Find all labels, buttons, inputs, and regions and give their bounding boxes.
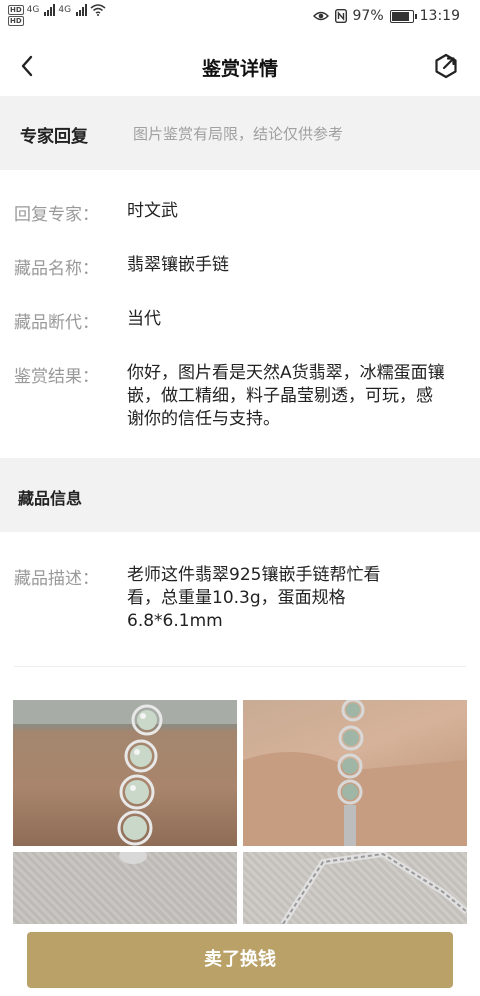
signal-icon-2 bbox=[76, 4, 88, 16]
eye-icon bbox=[312, 11, 329, 21]
expert-value: 时文武 bbox=[127, 201, 178, 221]
expert-label: 回复专家： bbox=[14, 205, 99, 225]
share-icon[interactable] bbox=[432, 52, 460, 80]
status-bar: HD 4G 4G HD 97% 13:19 bbox=[0, 0, 480, 36]
nfc-icon bbox=[334, 9, 347, 23]
network-type: 4G bbox=[26, 5, 40, 15]
battery-icon bbox=[389, 9, 417, 23]
collection-info-title: 藏品信息 bbox=[18, 489, 83, 508]
network-type-2: 4G bbox=[58, 5, 72, 15]
wifi-icon bbox=[90, 4, 106, 16]
result-value: 你好，图片看是天然A货翡翠，冰糯蛋面镶嵌，做工精细，料子晶莹剔透，可玩，感谢你的… bbox=[127, 363, 445, 429]
signal-indicators: HD 4G 4G HD bbox=[8, 4, 106, 26]
item-photo-3[interactable] bbox=[13, 852, 237, 924]
expert-reply-bar: 专家回复 图片鉴赏有局限，结论仅供参考 bbox=[0, 96, 480, 170]
item-photo-1[interactable] bbox=[13, 700, 237, 846]
era-label: 藏品断代： bbox=[14, 313, 99, 333]
era-value: 当代 bbox=[127, 309, 161, 329]
signal-icon bbox=[44, 4, 56, 16]
hd-badge: HD bbox=[8, 5, 24, 15]
item-photo-4[interactable] bbox=[243, 852, 467, 924]
collection-info-bar: 藏品信息 bbox=[0, 458, 480, 532]
hd-badge-2: HD bbox=[8, 16, 24, 26]
nav-header: 鉴赏详情 bbox=[0, 36, 480, 96]
item-name-value: 翡翠镶嵌手链 bbox=[127, 255, 229, 275]
disclaimer-note: 图片鉴赏有局限，结论仅供参考 bbox=[133, 125, 344, 143]
item-photo-2[interactable] bbox=[243, 700, 467, 846]
expert-reply-title: 专家回复 bbox=[20, 127, 88, 147]
status-right: 97% 13:19 bbox=[312, 8, 460, 24]
sell-button[interactable]: 卖了换钱 bbox=[27, 932, 453, 988]
description-value: 老师这件翡翠925镶嵌手链帮忙看看，总重量10.3g，蛋面规格6.8*6.1mm bbox=[127, 565, 381, 631]
item-name-label: 藏品名称： bbox=[14, 259, 99, 279]
page-title: 鉴赏详情 bbox=[201, 58, 278, 80]
result-label: 鉴赏结果： bbox=[14, 367, 99, 387]
clock: 13:19 bbox=[419, 8, 460, 24]
divider bbox=[14, 666, 466, 667]
battery-percent: 97% bbox=[352, 8, 384, 24]
description-label: 藏品描述： bbox=[14, 569, 99, 589]
